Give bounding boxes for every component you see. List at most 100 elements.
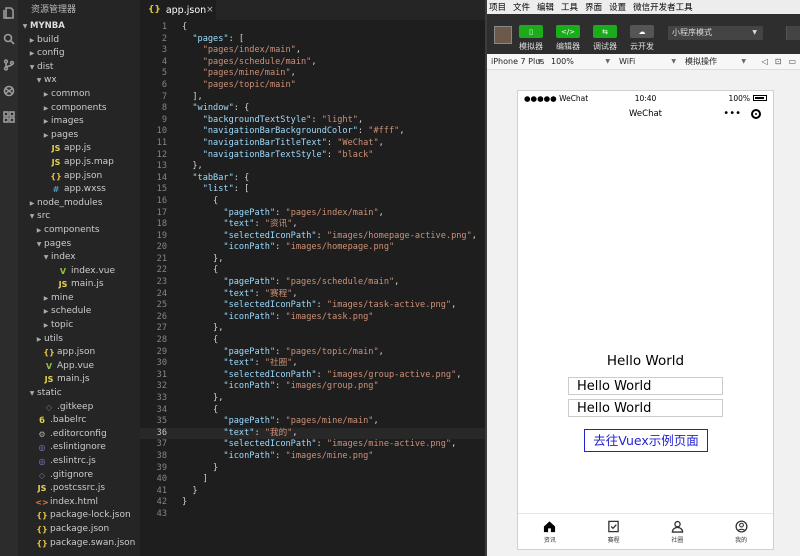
file-type-icon: # [52,185,60,195]
tree-folder[interactable]: ▶ node_modules [18,197,140,211]
explorer-activity[interactable] [0,0,18,26]
extensions-activity[interactable] [0,104,18,130]
tree-folder[interactable]: ▼ dist [18,61,140,75]
device-bar-icons: ◁ ⊡ ▭ [762,57,800,66]
menu-item[interactable]: 微信开发者工具 [633,1,693,13]
volume-icon[interactable]: ◁ [762,57,768,66]
operation-select[interactable]: 模拟操作 ▼ [681,54,751,70]
line-text: ] [167,474,208,486]
close-icon[interactable]: × [206,5,214,15]
hello-input-2[interactable] [568,399,723,417]
file-type-icon: {} [36,524,48,534]
tree-file[interactable]: ⚙ .editorconfig [18,428,140,442]
search-activity[interactable] [0,26,18,52]
tree-file[interactable]: Vindex.vue [18,265,140,279]
tree-file[interactable]: ◇ .gitkeep [18,401,140,415]
menu-item[interactable]: 项目 [489,1,506,13]
tab-mine[interactable]: 我的 [709,514,773,549]
debugger-button[interactable]: ⇆ 调试器 [593,25,617,52]
tree-file[interactable]: JS app.js.map [18,156,140,170]
tree-file[interactable]: JS app.js [18,142,140,156]
code-token: , [292,219,298,230]
line-number: 38 [156,450,167,461]
tree-file[interactable]: ◇ .gitignore [18,469,140,483]
tree-folder[interactable]: ▶ components [18,102,140,116]
tree-item-label: .eslintignore [50,442,106,453]
rotate-icon[interactable]: ⊡ [775,57,782,66]
tab-topic[interactable]: 社圈 [646,514,710,549]
tree-folder[interactable]: ▶ mine [18,292,140,306]
code-line: 27 }, [140,323,485,335]
vuex-link-button[interactable]: 去往Vuex示例页面 [584,429,708,452]
code-token: { [182,195,219,206]
tree-file[interactable]: JS main.js [18,373,140,387]
tree-folder[interactable]: ▶ config [18,47,140,61]
menu-item[interactable]: 编辑 [537,1,554,13]
tree-item-label: utils [44,333,63,344]
tree-folder[interactable]: ▶ common [18,88,140,102]
tree-item-label: common [51,88,91,99]
tree-file[interactable]: {} app.json [18,346,140,360]
tree-folder[interactable]: ▶ schedule [18,305,140,319]
code-token: , [378,137,384,148]
code-token: : [357,126,369,137]
network-select[interactable]: WiFi ▼ [615,54,681,70]
tree-item-label: components [51,102,107,113]
tree-folder[interactable]: ▶ topic [18,319,140,333]
tree-file[interactable]: # app.wxss [18,183,140,197]
tree-folder[interactable]: ▶ components [18,224,140,238]
mode-select[interactable]: 小程序模式 ▼ [668,26,763,40]
tree-file[interactable]: {} package-lock.json [18,509,140,523]
tree-folder[interactable]: ▼ MYNBA [18,20,140,34]
file-type-icon: {} [43,348,55,358]
device-select[interactable]: iPhone 7 Plus ▼ [487,54,547,70]
line-number: 29 [156,346,167,357]
tree-file[interactable]: <> index.html [18,496,140,510]
tree-item-label: app.js [64,143,91,154]
tree-folder[interactable]: ▼ pages [18,238,140,252]
tree-folder[interactable]: ▶ images [18,115,140,129]
hello-input-1[interactable] [568,377,723,395]
cloud-button[interactable]: ☁ 云开发 [630,25,654,52]
git-activity[interactable] [0,52,18,78]
menu-item[interactable]: 界面 [585,1,602,13]
tree-file[interactable]: {} app.json [18,170,140,184]
tab-schedule[interactable]: 赛程 [582,514,646,549]
line-text: { [167,335,218,347]
close-mini-program-icon[interactable] [751,108,761,119]
tree-file[interactable]: {} package.json [18,523,140,537]
code-line: 3 "pages/index/main", [140,45,485,57]
editor-button[interactable]: </> 编辑器 [556,25,580,52]
popout-icon[interactable]: ▭ [788,57,796,66]
code-token: : [311,114,322,125]
tree-file[interactable]: JS .postcssrc.js [18,482,140,496]
tree-file[interactable]: б .babelrc [18,414,140,428]
tree-folder[interactable]: ▶ build [18,34,140,48]
tree-file[interactable]: ◎ .eslintrc.js [18,455,140,469]
tree-file[interactable]: JS main.js [18,278,140,292]
tab-app-json[interactable]: {} app.json × [140,0,216,20]
menu-item[interactable]: 工具 [561,1,578,13]
zoom-select[interactable]: 100% ▼ [547,54,615,70]
debug-activity[interactable] [0,78,18,104]
tree-folder[interactable]: ▶ pages [18,129,140,143]
toolbar-more-button[interactable] [786,26,800,40]
code-area[interactable]: 1{2 "pages": [3 "pages/index/main", 4 "pa… [140,22,485,521]
tab-news[interactable]: 资讯 [518,514,582,549]
more-dots-icon[interactable]: ••• [723,108,741,119]
tree-file[interactable]: V App.vue [18,360,140,374]
tree-file[interactable]: ◎ .eslintignore [18,441,140,455]
menu-item[interactable]: 文件 [513,1,530,13]
tree-folder[interactable]: ▼ static [18,387,140,401]
avatar[interactable] [494,26,512,44]
tree-file[interactable]: {} package.swan.json [18,537,140,551]
tree-folder[interactable]: ▼ wx [18,74,140,88]
simulator-button[interactable]: ▯ 模拟器 [519,25,543,52]
tree-folder[interactable]: ▶ utils [18,333,140,347]
battery-icon [753,95,767,101]
tree-folder[interactable]: ▼ src [18,210,140,224]
line-text: "iconPath": "images/group.png" [167,381,378,393]
code-token: }, [182,393,224,403]
tree-folder[interactable]: ▼ index [18,251,140,265]
menu-item[interactable]: 设置 [609,1,626,13]
